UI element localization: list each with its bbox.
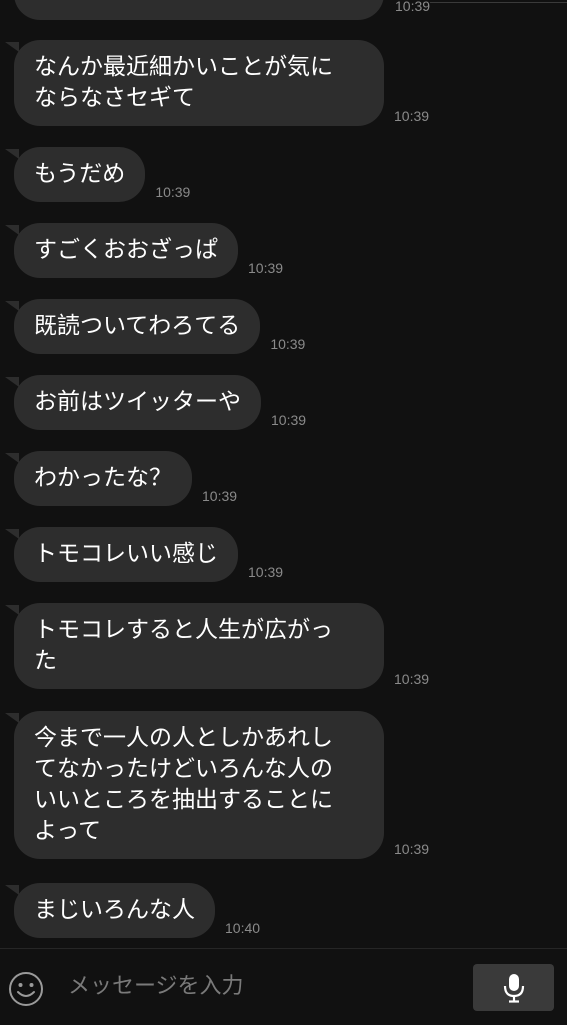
- message-time: 10:39: [202, 488, 238, 504]
- message-bubble[interactable]: わかったな？: [5, 451, 192, 506]
- message-row: もうだめ 10:39: [4, 147, 191, 202]
- microphone-icon: [503, 973, 524, 1003]
- message-bubble[interactable]: なんか最近細かいことが気に ならなさセギて: [5, 40, 384, 126]
- message-row: まじいろんな人 10:40: [5, 883, 261, 938]
- message-bubble[interactable]: 既読ついてわろてる: [4, 299, 261, 354]
- message-time: 10:39: [395, 0, 431, 14]
- message-bubble[interactable]: すごくおおざっぱ: [5, 223, 238, 278]
- message-time: 10:39: [248, 564, 284, 580]
- message-row: トモコレすると人生が広がっ た 10:39: [5, 603, 430, 689]
- divider: [430, 2, 567, 3]
- message-time: 10:39: [394, 108, 430, 124]
- message-time: 10:40: [225, 920, 261, 936]
- message-bubble[interactable]: もうだめ: [4, 147, 146, 202]
- voice-button[interactable]: [473, 964, 554, 1011]
- message-row: すごくおおざっぱ 10:39: [5, 223, 284, 278]
- message-bubble-partial[interactable]: [14, 0, 384, 20]
- message-input-bar: メッセージを入力: [0, 948, 567, 1025]
- message-row: なんか最近細かいことが気に ならなさセギて 10:39: [5, 40, 430, 126]
- message-time: 10:39: [271, 412, 307, 428]
- message-row: わかったな？ 10:39: [5, 451, 238, 506]
- message-row: お前はツイッターや 10:39: [5, 375, 307, 430]
- message-row: 既読ついてわろてる 10:39: [4, 299, 306, 354]
- message-time: 10:39: [155, 184, 191, 200]
- message-time: 10:39: [248, 260, 284, 276]
- message-time: 10:39: [394, 671, 430, 687]
- message-bubble[interactable]: 今まで一人の人としかあれし てなかったけどいろんな人の いいところを抽出すること…: [5, 711, 384, 859]
- message-time: 10:39: [394, 841, 430, 857]
- message-row: トモコレいい感じ 10:39: [5, 527, 284, 582]
- chat-history[interactable]: 10:39 なんか最近細かいことが気に ならなさセギて 10:39 もうだめ 1…: [0, 0, 567, 948]
- message-time: 10:39: [270, 336, 306, 352]
- smiley-icon[interactable]: [8, 971, 44, 1007]
- message-bubble[interactable]: トモコレすると人生が広がっ た: [5, 603, 384, 689]
- message-bubble[interactable]: お前はツイッターや: [5, 375, 261, 430]
- message-bubble[interactable]: トモコレいい感じ: [5, 527, 238, 582]
- message-row: 今まで一人の人としかあれし てなかったけどいろんな人の いいところを抽出すること…: [5, 711, 430, 859]
- message-bubble[interactable]: まじいろんな人: [5, 883, 215, 938]
- message-input[interactable]: メッセージを入力: [60, 967, 468, 1007]
